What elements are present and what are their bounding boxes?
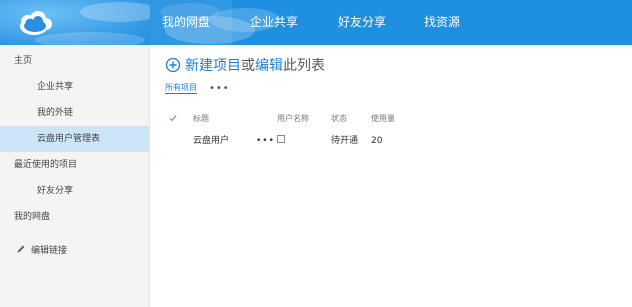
row-menu-button[interactable]: ••• [256,130,275,152]
app-window: 我的网盘 企业共享 好友分享 找资源 主页 企业共享 我的外链 云盘用户管理表 … [0,0,632,307]
view-selector: 所有项目 ••• [165,82,230,94]
sidebar-item-enterprise-share[interactable]: 企业共享 [0,74,149,100]
tab-my-drive[interactable]: 我的网盘 [150,0,233,45]
tab-friend-share[interactable]: 好友分享 [320,0,408,45]
row-usage: 20 [371,136,383,146]
select-all-check[interactable] [169,108,177,130]
sidebar-item-recent[interactable]: 最近使用的项目 [0,152,149,178]
list-table: 标题 用户名称 状态 使用量 云盘用户 ••• 待开通 20 [165,108,625,152]
table-row[interactable]: 云盘用户 ••• 待开通 20 [165,130,625,152]
sidebar-item-friend-share[interactable]: 好友分享 [0,178,149,204]
view-all-items-link[interactable]: 所有项目 [165,82,197,94]
new-item-line: 新建项目 或 编辑 此列表 [165,55,325,75]
row-user-checkbox[interactable] [277,130,285,152]
sidebar-item-my-links[interactable]: 我的外链 [0,100,149,126]
edit-list-link[interactable]: 编辑 [255,55,283,75]
plus-circle-icon[interactable] [165,57,181,73]
edit-links-label: 编辑链接 [31,246,68,256]
view-more-menu[interactable]: ••• [209,83,230,94]
tab-find-resources[interactable]: 找资源 [408,0,474,45]
logo-area[interactable] [0,0,150,45]
column-header-title[interactable]: 标题 [193,108,209,130]
main-content: 新建项目 或 编辑 此列表 所有项目 ••• 标题 用户名称 状态 使用量 云盘… [150,45,632,307]
or-text: 或 [241,58,255,74]
top-tabs: 我的网盘 企业共享 好友分享 找资源 [150,0,474,45]
checkmark-icon [169,115,177,122]
table-header-row: 标题 用户名称 状态 使用量 [165,108,625,130]
cloud-logo-icon [0,0,150,45]
row-title[interactable]: 云盘用户 [193,130,229,152]
pencil-icon [17,245,25,253]
column-header-status[interactable]: 状态 [331,108,347,130]
sidebar-item-user-management-table[interactable]: 云盘用户管理表 [0,126,149,152]
sidebar-item-my-drive[interactable]: 我的网盘 [0,204,149,230]
tab-enterprise-share[interactable]: 企业共享 [232,0,320,45]
column-header-usage[interactable]: 使用量 [371,108,395,130]
sidebar-item-home[interactable]: 主页 [0,48,149,74]
top-navigation-bar: 我的网盘 企业共享 好友分享 找资源 [0,0,632,45]
this-list-text: 此列表 [283,58,325,74]
edit-links-button[interactable]: 编辑链接 [0,238,149,264]
checkbox-icon [277,135,285,143]
sidebar: 主页 企业共享 我的外链 云盘用户管理表 最近使用的项目 好友分享 我的网盘 编… [0,45,150,307]
row-status: 待开通 [331,136,359,146]
column-header-user-name[interactable]: 用户名称 [277,108,309,130]
new-item-link[interactable]: 新建项目 [185,55,241,75]
